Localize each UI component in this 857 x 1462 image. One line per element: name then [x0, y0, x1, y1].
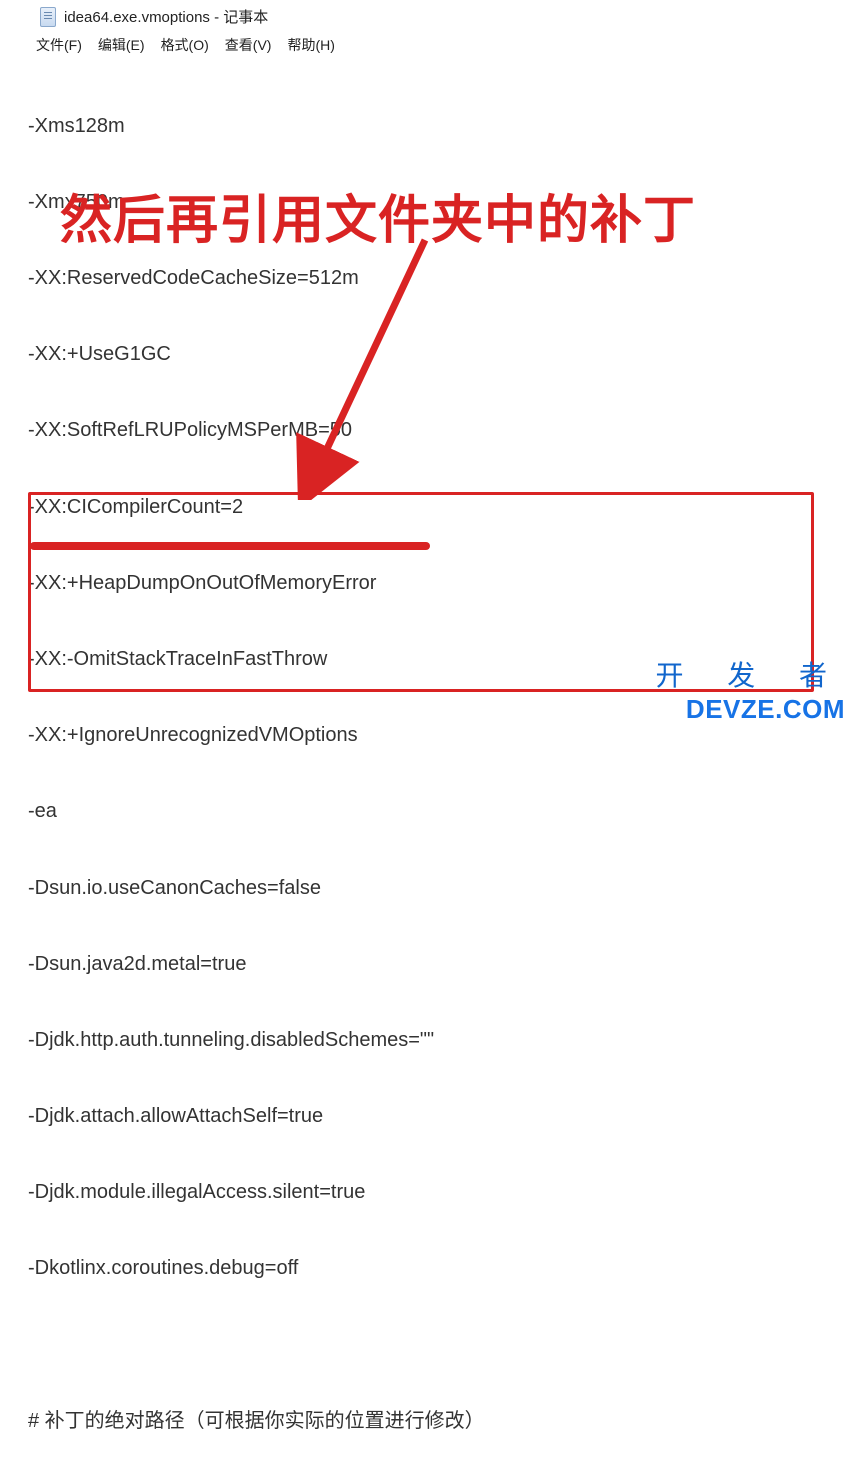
text-line: -Xms128m — [28, 114, 829, 139]
window-title: idea64.exe.vmoptions - 记事本 — [64, 6, 268, 27]
menu-help[interactable]: 帮助(H) — [281, 33, 340, 57]
text-line: -Dsun.io.useCanonCaches=false — [28, 876, 829, 901]
document-icon — [40, 7, 56, 27]
text-line: -ea — [28, 799, 829, 824]
text-line: -XX:-OmitStackTraceInFastThrow — [28, 647, 829, 672]
text-line: -Djdk.attach.allowAttachSelf=true — [28, 1104, 829, 1129]
text-line: -Dkotlinx.coroutines.debug=off — [28, 1256, 829, 1281]
text-editor-content[interactable]: -Xms128m -Xmx750m -XX:ReservedCodeCacheS… — [0, 61, 857, 1462]
highlight-underline — [30, 542, 430, 550]
text-line: -Djdk.http.auth.tunneling.disabledScheme… — [28, 1028, 829, 1053]
text-line: -XX:ReservedCodeCacheSize=512m — [28, 266, 829, 291]
text-line: -Xmx750m — [28, 190, 829, 215]
text-line: -XX:CICompilerCount=2 — [28, 495, 829, 520]
text-line: -XX:+UseG1GC — [28, 342, 829, 367]
menu-edit[interactable]: 编辑(E) — [92, 33, 151, 57]
menu-view[interactable]: 查看(V) — [219, 33, 278, 57]
text-line: -Djdk.module.illegalAccess.silent=true — [28, 1180, 829, 1205]
text-line: # 补丁的绝对路径（可根据你实际的位置进行修改） — [28, 1409, 829, 1434]
text-line — [28, 1333, 829, 1358]
window-titlebar: idea64.exe.vmoptions - 记事本 — [0, 0, 857, 31]
text-line: -XX:SoftRefLRUPolicyMSPerMB=50 — [28, 418, 829, 443]
text-line: -XX:+HeapDumpOnOutOfMemoryError — [28, 571, 829, 596]
menu-bar: 文件(F) 编辑(E) 格式(O) 查看(V) 帮助(H) — [0, 31, 857, 61]
text-line: -Dsun.java2d.metal=true — [28, 952, 829, 977]
menu-file[interactable]: 文件(F) — [30, 33, 88, 57]
text-line: -XX:+IgnoreUnrecognizedVMOptions — [28, 723, 829, 748]
menu-format[interactable]: 格式(O) — [155, 33, 215, 57]
